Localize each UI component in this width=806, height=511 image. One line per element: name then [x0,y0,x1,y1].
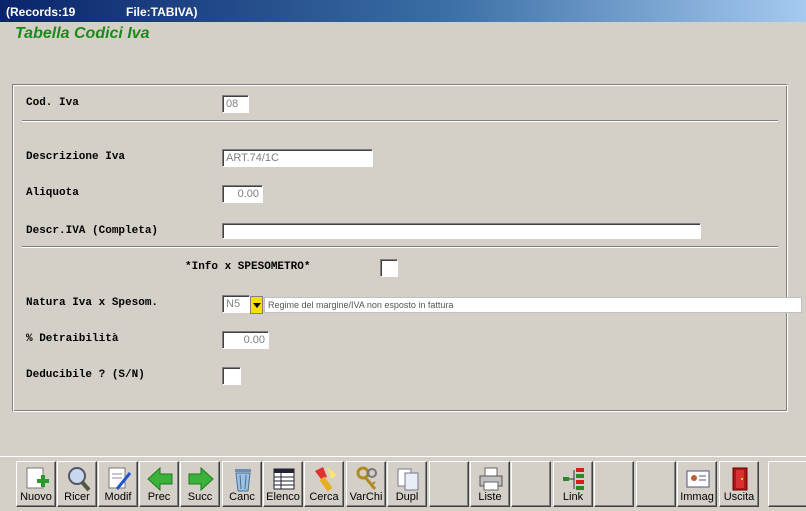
elenco-button[interactable]: Elenco [263,461,303,507]
button-label: Immag [680,491,714,503]
magnifier-icon [68,467,91,492]
image-card-icon [686,470,710,488]
window-titlebar: (Records:19 File:TABIVA) [0,0,806,22]
empty-button [511,461,551,507]
button-label: Prec [147,491,171,503]
link-button[interactable]: Link [553,461,593,507]
descrizione-iva-field[interactable]: ART.74/1C [222,149,373,167]
printer-icon [479,467,503,491]
canc-button[interactable]: Canc [222,461,262,507]
button-label: Canc [229,491,255,503]
button-label: Liste [478,491,502,503]
detraibilita-field[interactable]: 0.00 [222,331,269,349]
records-count: (Records:19 [6,5,76,19]
new-document-icon [26,467,49,489]
empty-button [429,461,469,507]
arrow-left-icon [147,466,173,492]
nuovo-button[interactable]: Nuovo [16,461,56,507]
button-label: Uscita [723,491,755,503]
separator [22,120,778,122]
button-label: Cerca [309,491,339,503]
button-label: Modif [104,491,132,503]
duplicate-icon [397,468,419,491]
natura-iva-label: Natura Iva x Spesom. [26,297,159,309]
button-label: Succ [187,491,213,503]
bottom-toolbar: Nuovo Ricer Modif Prec Succ Canc Elenco … [0,456,806,511]
succ-button[interactable]: Succ [180,461,220,507]
ricer-button[interactable]: Ricer [57,461,97,507]
trash-icon [235,469,251,492]
chevron-down-icon [253,303,261,308]
info-spesometro-label: *Info x SPESOMETRO* [185,261,311,273]
natura-description: Regime del margine/IVA non esposto in fa… [264,297,802,313]
immag-button[interactable]: Immag [677,461,717,507]
form-panel [12,84,788,412]
file-name: File:TABIVA) [126,5,198,19]
varchi-button[interactable]: VarChi [346,461,386,507]
descr-iva-completa-field[interactable] [222,223,701,239]
button-label: Nuovo [20,491,52,503]
cod-iva-field[interactable]: 08 [222,95,249,113]
descrizione-iva-label: Descrizione Iva [26,151,126,163]
uscita-button[interactable]: Uscita [719,461,759,507]
cerca-button[interactable]: Cerca [304,461,344,507]
button-label: Link [562,491,584,503]
keys-icon [356,466,377,490]
edit-document-icon [108,467,132,490]
button-label: Elenco [266,491,300,503]
deducibile-label: Deducibile ? (S/N) [26,369,145,381]
flashlight-icon [315,467,337,492]
list-table-icon [273,468,295,490]
natura-dropdown-button[interactable] [250,296,263,314]
cod-iva-label: Cod. Iva [26,97,79,109]
button-label: VarChi [349,491,383,503]
page-title: Tabella Codici Iva [15,25,150,42]
arrow-right-icon [188,466,214,492]
liste-button[interactable]: Liste [470,461,510,507]
prec-button[interactable]: Prec [139,461,179,507]
aliquota-field[interactable]: 0.00 [222,185,263,203]
modif-button[interactable]: Modif [98,461,138,507]
button-label: Ricer [64,491,90,503]
aliquota-label: Aliquota [26,187,79,199]
button-label: Dupl [395,491,419,503]
exit-door-icon [732,467,748,491]
separator [22,246,778,248]
natura-iva-field[interactable]: N5 [222,295,250,313]
dupl-button[interactable]: Dupl [387,461,427,507]
empty-button [594,461,634,507]
deducibile-field[interactable] [222,367,241,385]
tree-link-icon [563,468,584,490]
empty-button [768,461,806,507]
info-spesometro-checkbox[interactable] [380,259,398,277]
descr-iva-completa-label: Descr.IVA (Completa) [26,225,159,237]
empty-button [636,461,676,507]
detraibilita-label: % Detraibilità [26,333,119,345]
